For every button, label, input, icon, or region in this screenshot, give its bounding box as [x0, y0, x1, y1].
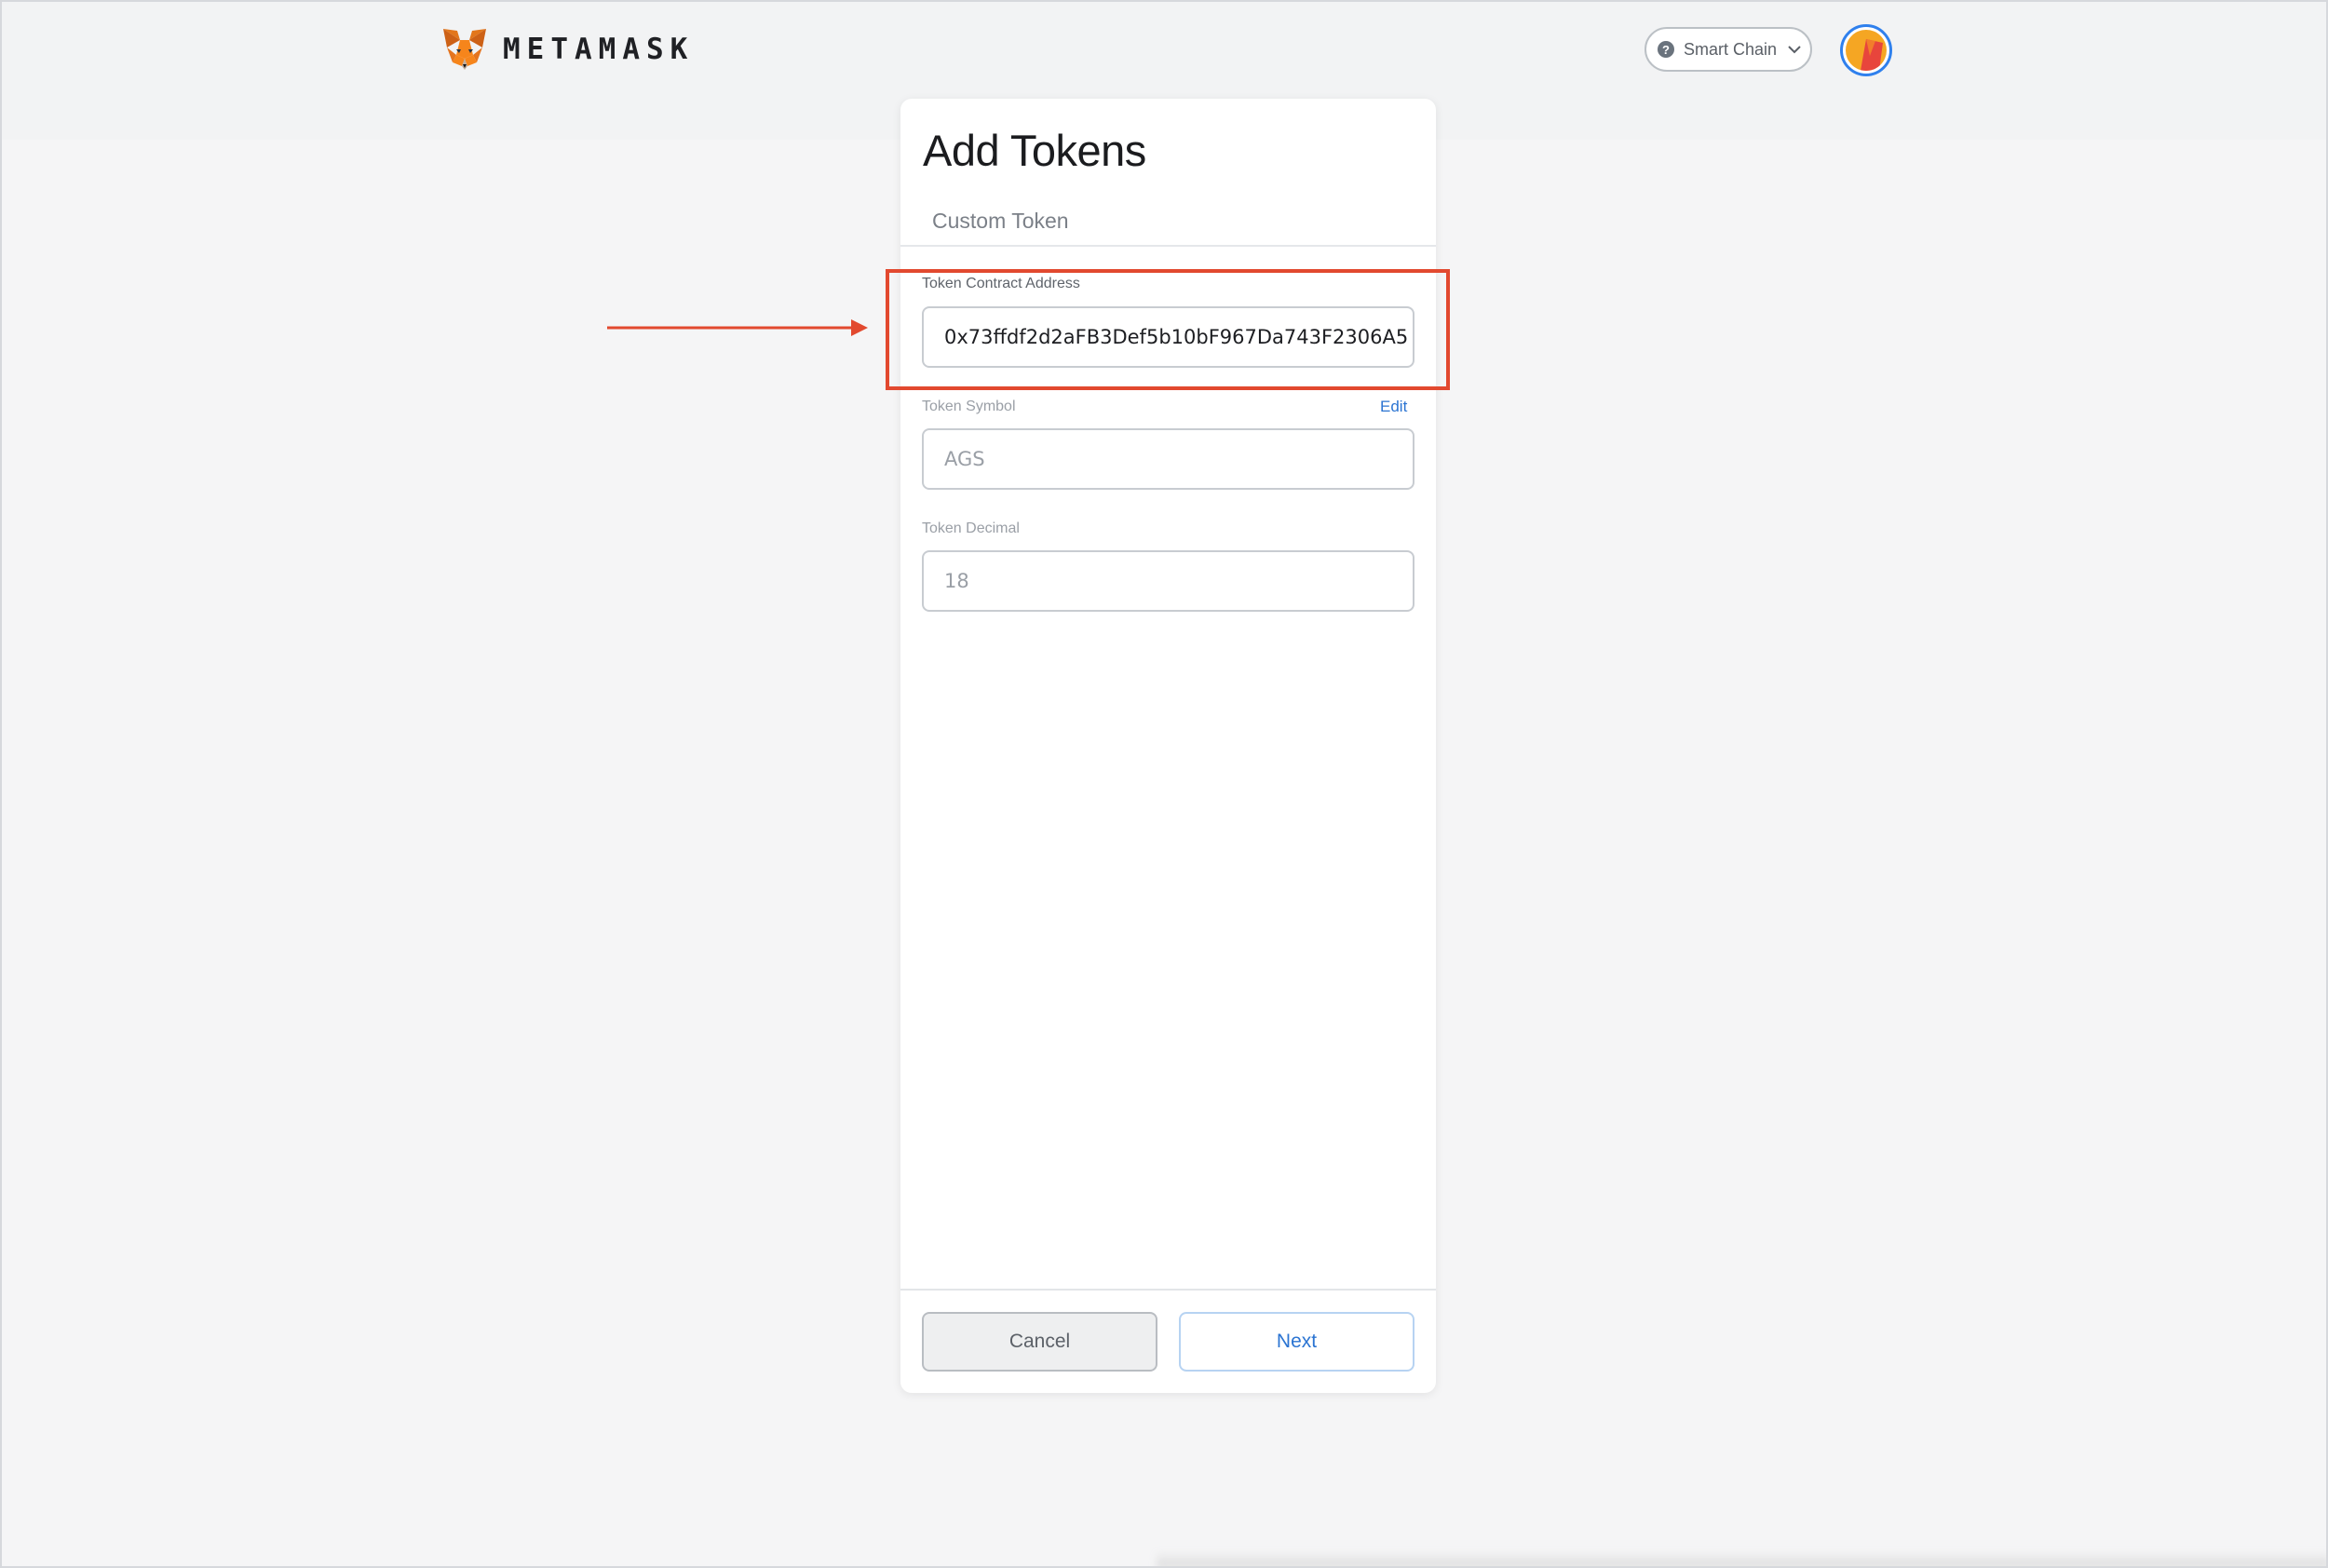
token-decimal-value: 18 [944, 570, 969, 592]
metamask-logo[interactable]: METAMASK [441, 26, 694, 73]
network-label: Smart Chain [1684, 39, 1778, 59]
avatar-identicon [1846, 30, 1887, 71]
annotation-highlight-box [886, 269, 1450, 390]
brand-wordmark: METAMASK [503, 33, 695, 66]
token-decimal-input[interactable]: 18 [922, 550, 1414, 612]
fox-icon [443, 29, 486, 70]
chevron-down-icon [1788, 46, 1801, 54]
cancel-button[interactable]: Cancel [922, 1312, 1157, 1372]
tab-divider [900, 245, 1436, 247]
network-selector[interactable]: ? Smart Chain [1644, 27, 1812, 72]
token-symbol-label: Token Symbol [922, 399, 1016, 414]
edit-symbol-link[interactable]: Edit [1380, 398, 1407, 416]
annotation-arrow-icon [607, 319, 868, 336]
tab-custom-token[interactable]: Custom Token [932, 209, 1069, 234]
account-avatar[interactable] [1840, 24, 1892, 76]
page-title: Add Tokens [923, 126, 1146, 175]
question-circle-icon: ? [1658, 41, 1674, 58]
next-button[interactable]: Next [1179, 1312, 1414, 1372]
token-symbol-value: AGS [944, 448, 985, 470]
token-decimal-label: Token Decimal [922, 520, 1020, 536]
footer-divider [900, 1289, 1436, 1291]
browser-frame: METAMASK ? Smart Chain Add Tokens Custom… [0, 0, 2328, 1568]
token-symbol-input[interactable]: AGS [922, 428, 1414, 490]
bottom-edge-shadow [1157, 1551, 2326, 1566]
